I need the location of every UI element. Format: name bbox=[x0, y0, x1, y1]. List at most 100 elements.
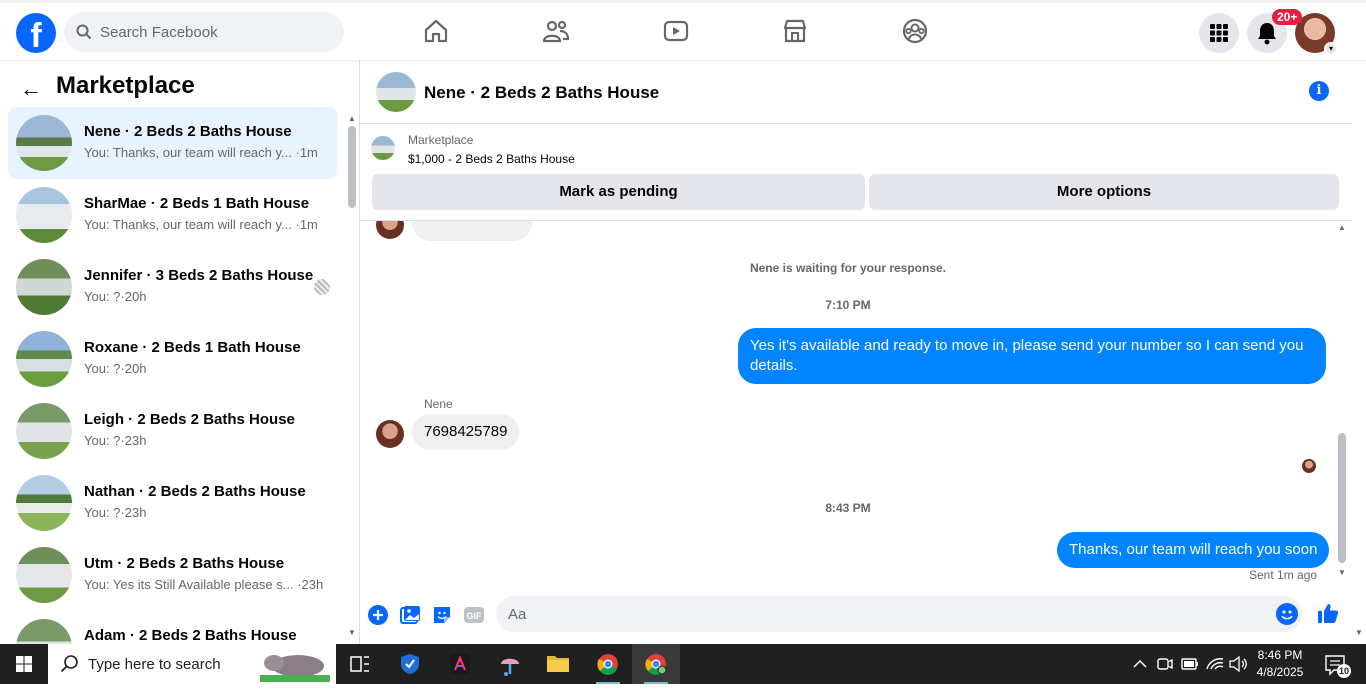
listing-thumbnail[interactable] bbox=[376, 72, 416, 112]
conversation-preview: You: ?·20h bbox=[84, 289, 146, 304]
facebook-logo[interactable]: f bbox=[16, 13, 56, 53]
conversation-item[interactable]: Adam · 2 Beds 2 Baths House bbox=[8, 611, 337, 644]
timestamp: 7:10 PM bbox=[825, 298, 871, 312]
scroll-down-arrow-icon[interactable]: ▼ bbox=[348, 628, 356, 637]
conversation-name: Roxane · 2 Beds 1 Bath House bbox=[84, 339, 301, 356]
scroll-down-arrow-icon[interactable]: ▼ bbox=[1355, 628, 1363, 637]
taskbar-search-input[interactable] bbox=[88, 644, 288, 684]
conversation-preview: You: ?·23h bbox=[84, 433, 146, 448]
search-icon bbox=[76, 24, 92, 40]
watch-icon[interactable] bbox=[662, 17, 690, 45]
scroll-up-arrow-icon[interactable]: ▲ bbox=[348, 114, 356, 123]
back-arrow-icon[interactable]: ← bbox=[20, 76, 42, 102]
message-input-box[interactable] bbox=[496, 596, 1302, 632]
search-input[interactable] bbox=[100, 12, 330, 52]
groups-icon[interactable] bbox=[901, 17, 929, 45]
task-view-button[interactable] bbox=[336, 644, 384, 684]
preview-time: ·20h bbox=[120, 289, 147, 304]
conversation-name: SharMae · 2 Beds 1 Bath House bbox=[84, 195, 310, 212]
emoji-icon[interactable] bbox=[1276, 603, 1298, 625]
conversation-item[interactable]: Nene · 2 Beds 2 Baths House You: Thanks,… bbox=[8, 107, 337, 179]
menu-grid-button[interactable] bbox=[1199, 13, 1239, 53]
message-bubble-outgoing[interactable]: Thanks, our team will reach you soon bbox=[1057, 532, 1330, 568]
friends-icon[interactable] bbox=[542, 17, 570, 45]
conversation-item[interactable]: SharMae · 2 Beds 1 Bath House You: Thank… bbox=[8, 179, 337, 251]
taskbar-app-chrome-profile[interactable] bbox=[632, 644, 680, 684]
scrollbar-thumb[interactable] bbox=[348, 126, 356, 208]
listing-title[interactable]: $1,000 - 2 Beds 2 Baths House bbox=[408, 152, 575, 166]
notification-badge: 20+ bbox=[1272, 9, 1303, 25]
photo-icon[interactable] bbox=[399, 604, 421, 626]
conversation-preview: You: Thanks, our team will reach y... ·1… bbox=[84, 145, 318, 160]
taskbar-app-snip[interactable] bbox=[486, 644, 534, 684]
shield-icon bbox=[401, 654, 419, 674]
tray-meet-now[interactable] bbox=[1155, 644, 1175, 684]
taskbar-search[interactable] bbox=[48, 644, 336, 684]
taskbar-app-file-explorer[interactable] bbox=[534, 644, 582, 684]
conversation-preview: You: Yes its Still Available please s...… bbox=[84, 577, 323, 592]
conversation-item[interactable]: Roxane · 2 Beds 1 Bath House You: ?·20h bbox=[8, 323, 337, 395]
thumbs-up-icon[interactable] bbox=[1316, 601, 1340, 625]
adobe-app-icon bbox=[450, 654, 470, 674]
speaker-icon bbox=[1229, 655, 1247, 673]
mark-as-pending-button[interactable]: Mark as pending bbox=[372, 174, 865, 210]
sent-status: Sent 1m ago bbox=[1249, 568, 1318, 582]
preview-time: ·23h bbox=[120, 433, 147, 448]
home-icon[interactable] bbox=[422, 17, 450, 45]
search-box[interactable] bbox=[64, 12, 344, 52]
folder-icon bbox=[547, 656, 569, 672]
page-scrollbar[interactable]: ▼ bbox=[1351, 60, 1366, 644]
listing-thumbnail bbox=[16, 259, 72, 315]
sidebar-scrollbar[interactable]: ▲ ▼ bbox=[346, 114, 358, 644]
message-bubble-outgoing[interactable]: Yes it's available and ready to move in,… bbox=[738, 328, 1326, 384]
chrome-icon bbox=[645, 654, 667, 675]
conversation-item[interactable]: Jennifer · 3 Beds 2 Baths House You: ?·2… bbox=[8, 251, 337, 323]
system-clock[interactable]: 8:46 PM 4/8/2025 bbox=[1250, 647, 1310, 681]
listing-thumbnail[interactable] bbox=[371, 136, 395, 160]
conversation-item[interactable]: Utm · 2 Beds 2 Baths House You: Yes its … bbox=[8, 539, 337, 611]
show-hidden-icons[interactable] bbox=[1130, 644, 1150, 684]
taskbar-app-arc[interactable] bbox=[436, 644, 484, 684]
battery-icon bbox=[1181, 658, 1198, 670]
sidebar-title: Marketplace bbox=[56, 72, 195, 99]
taskbar-app-chrome[interactable] bbox=[584, 644, 632, 684]
chat-scrollbar[interactable]: ▲ ▼ bbox=[1335, 221, 1349, 581]
preview-text: You: ? bbox=[84, 433, 121, 448]
contact-avatar[interactable] bbox=[376, 420, 404, 448]
message-composer: GIF bbox=[361, 592, 1351, 640]
conversation-preview: You: ?·23h bbox=[84, 505, 146, 520]
plus-circle-icon[interactable] bbox=[367, 604, 389, 626]
listing-thumbnail bbox=[16, 547, 72, 603]
tray-battery[interactable] bbox=[1180, 644, 1200, 684]
taskbar-app-security[interactable] bbox=[386, 644, 434, 684]
gif-icon[interactable]: GIF bbox=[463, 604, 485, 626]
scrollbar-thumb[interactable] bbox=[1338, 433, 1346, 563]
notification-center-button[interactable]: 10 bbox=[1322, 644, 1351, 684]
message-thread: Nene is waiting for your response. 7:10 … bbox=[361, 221, 1341, 583]
message-bubble-incoming[interactable]: 7698425789 bbox=[412, 414, 520, 450]
listing-thumbnail bbox=[16, 115, 72, 171]
conversation-item[interactable]: Nathan · 2 Beds 2 Baths House You: ?·23h bbox=[8, 467, 337, 539]
tray-volume[interactable] bbox=[1228, 644, 1248, 684]
info-icon[interactable]: i bbox=[1309, 81, 1329, 101]
scroll-down-arrow-icon[interactable]: ▼ bbox=[1338, 568, 1346, 577]
message-input[interactable] bbox=[508, 596, 1248, 632]
chat-title[interactable]: Nene · 2 Beds 2 Baths House bbox=[424, 83, 659, 103]
conversation-name: Leigh · 2 Beds 2 Baths House bbox=[84, 411, 295, 428]
tray-network[interactable] bbox=[1205, 644, 1225, 684]
conversation-item[interactable]: Leigh · 2 Beds 2 Baths House You: ?·23h bbox=[8, 395, 337, 467]
scroll-up-arrow-icon[interactable]: ▲ bbox=[1338, 223, 1346, 232]
preview-time: ·20h bbox=[120, 361, 147, 376]
camera-icon bbox=[1157, 658, 1173, 670]
windows-start-icon[interactable] bbox=[0, 644, 48, 684]
conversation-name: Jennifer · 3 Beds 2 Baths House bbox=[84, 267, 314, 284]
conversation-name: Adam · 2 Beds 2 Baths House bbox=[84, 627, 297, 644]
preview-text: You: Thanks, our team will reach y... bbox=[84, 145, 292, 160]
marketplace-icon[interactable] bbox=[781, 17, 809, 45]
top-navigation-bar: f 20+ ▾ bbox=[0, 0, 1366, 60]
snipping-tool-icon bbox=[501, 658, 519, 676]
more-options-button[interactable]: More options bbox=[869, 174, 1339, 210]
listing-thumbnail bbox=[16, 619, 72, 644]
sticker-icon[interactable] bbox=[431, 604, 453, 626]
preview-time: ·1m bbox=[295, 145, 318, 160]
